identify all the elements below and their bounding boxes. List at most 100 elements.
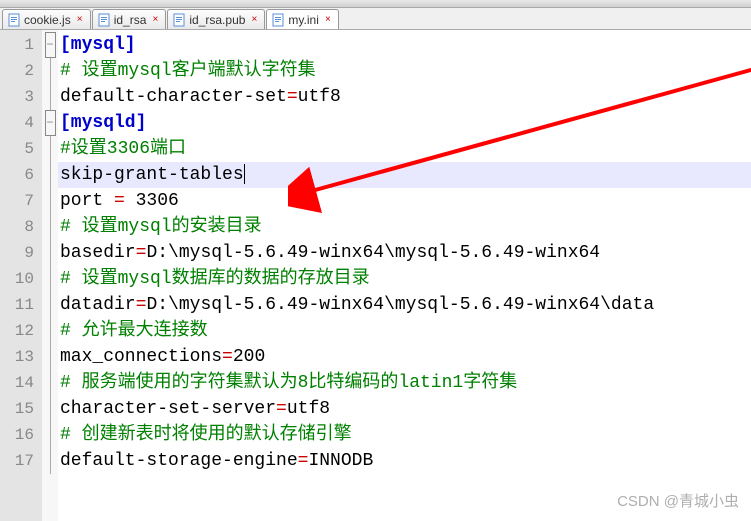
token-cmt: # 设置mysql的安装目录: [60, 217, 262, 237]
fold-marker: [42, 292, 58, 318]
code-line[interactable]: # 服务端使用的字符集默认为8比特编码的latin1字符集: [58, 370, 751, 396]
tab-label: cookie.js: [24, 13, 71, 27]
line-number: 3: [0, 84, 42, 110]
token-cmt: #设置3306端口: [60, 139, 186, 159]
token-val: port: [60, 191, 114, 211]
token-op: =: [287, 87, 298, 107]
line-number: 9: [0, 240, 42, 266]
fold-marker: [42, 266, 58, 292]
token-val: D:\mysql-5.6.49-winx64\mysql-5.6.49-winx…: [146, 295, 654, 315]
code-line[interactable]: basedir=D:\mysql-5.6.49-winx64\mysql-5.6…: [58, 240, 751, 266]
token-val: 3306: [125, 191, 179, 211]
file-icon: [271, 13, 285, 27]
token-val: utf8: [287, 399, 330, 419]
token-op: =: [222, 347, 233, 367]
line-number: 1: [0, 32, 42, 58]
fold-marker: [42, 370, 58, 396]
code-line[interactable]: skip-grant-tables: [58, 162, 751, 188]
token-val: skip-grant-tables: [60, 165, 244, 185]
token-op: =: [136, 243, 147, 263]
code-line[interactable]: # 设置mysql客户端默认字符集: [58, 58, 751, 84]
tab-label: my.ini: [288, 13, 318, 27]
token-val: default-storage-engine: [60, 451, 298, 471]
line-number: 2: [0, 58, 42, 84]
code-line[interactable]: # 设置mysql数据库的数据的存放目录: [58, 266, 751, 292]
code-area[interactable]: [mysql] # 设置mysql客户端默认字符集 default-characte…: [58, 30, 751, 521]
token-val: utf8: [298, 87, 341, 107]
toolbar: [0, 0, 751, 8]
line-number-gutter: 1234567891011121314151617: [0, 30, 42, 521]
token-val: 200: [233, 347, 265, 367]
fold-marker: [42, 318, 58, 344]
token-cmt: # 设置mysql客户端默认字符集: [60, 61, 316, 81]
code-editor: 1234567891011121314151617 −− [mysql]# 设置…: [0, 30, 751, 521]
code-line[interactable]: default-character-set=utf8: [58, 84, 751, 110]
fold-toggle-icon[interactable]: −: [45, 32, 56, 58]
token-val: INNODB: [308, 451, 373, 471]
tab-cookie-js[interactable]: cookie.js×: [2, 9, 91, 29]
token-val: default-character-set: [60, 87, 287, 107]
close-icon[interactable]: ×: [74, 14, 86, 26]
file-icon: [172, 13, 186, 27]
line-number: 7: [0, 188, 42, 214]
token-cmt: # 设置mysql数据库的数据的存放目录: [60, 269, 370, 289]
fold-marker: [42, 58, 58, 84]
token-val: D:\mysql-5.6.49-winx64\mysql-5.6.49-winx…: [146, 243, 600, 263]
file-icon: [7, 13, 21, 27]
token-val: basedir: [60, 243, 136, 263]
fold-marker: [42, 396, 58, 422]
code-line[interactable]: [mysqld]: [58, 110, 751, 136]
code-line[interactable]: port = 3306: [58, 188, 751, 214]
fold-marker: −: [42, 32, 58, 58]
fold-marker: [42, 240, 58, 266]
line-number: 15: [0, 396, 42, 422]
tab-label: id_rsa: [114, 13, 147, 27]
code-line[interactable]: [mysql]: [58, 32, 751, 58]
line-number: 8: [0, 214, 42, 240]
line-number: 11: [0, 292, 42, 318]
line-number: 16: [0, 422, 42, 448]
tab-label: id_rsa.pub: [189, 13, 245, 27]
text-caret: [244, 164, 245, 184]
code-line[interactable]: #设置3306端口: [58, 136, 751, 162]
fold-column: −−: [42, 30, 58, 521]
fold-marker: [42, 136, 58, 162]
line-number: 6: [0, 162, 42, 188]
tab-bar: cookie.js×id_rsa×id_rsa.pub×my.ini×: [0, 8, 751, 30]
close-icon[interactable]: ×: [322, 14, 334, 26]
fold-marker: [42, 448, 58, 474]
line-number: 4: [0, 110, 42, 136]
fold-marker: −: [42, 110, 58, 136]
fold-marker: [42, 214, 58, 240]
token-sect: [mysqld]: [60, 113, 146, 133]
line-number: 10: [0, 266, 42, 292]
token-cmt: # 允许最大连接数: [60, 321, 208, 341]
code-line[interactable]: # 创建新表时将使用的默认存储引擎: [58, 422, 751, 448]
file-icon: [97, 13, 111, 27]
code-line[interactable]: max_connections=200: [58, 344, 751, 370]
fold-marker: [42, 422, 58, 448]
token-val: datadir: [60, 295, 136, 315]
token-op: =: [276, 399, 287, 419]
close-icon[interactable]: ×: [149, 14, 161, 26]
tab-id_rsa[interactable]: id_rsa×: [92, 9, 167, 29]
token-op: =: [114, 191, 125, 211]
line-number: 14: [0, 370, 42, 396]
line-number: 17: [0, 448, 42, 474]
tab-my-ini[interactable]: my.ini ×: [266, 9, 338, 29]
code-line[interactable]: datadir=D:\mysql-5.6.49-winx64\mysql-5.6…: [58, 292, 751, 318]
fold-toggle-icon[interactable]: −: [45, 110, 56, 136]
code-line[interactable]: # 允许最大连接数: [58, 318, 751, 344]
token-op: =: [136, 295, 147, 315]
code-line[interactable]: default-storage-engine=INNODB: [58, 448, 751, 474]
code-line[interactable]: # 设置mysql的安装目录: [58, 214, 751, 240]
fold-marker: [42, 84, 58, 110]
fold-marker: [42, 162, 58, 188]
line-number: 5: [0, 136, 42, 162]
tab-id_rsa-pub[interactable]: id_rsa.pub×: [167, 9, 265, 29]
token-sect: [mysql]: [60, 35, 136, 55]
token-cmt: # 服务端使用的字符集默认为8比特编码的latin1字符集: [60, 373, 517, 393]
token-val: character-set-server: [60, 399, 276, 419]
close-icon[interactable]: ×: [248, 14, 260, 26]
code-line[interactable]: character-set-server=utf8: [58, 396, 751, 422]
